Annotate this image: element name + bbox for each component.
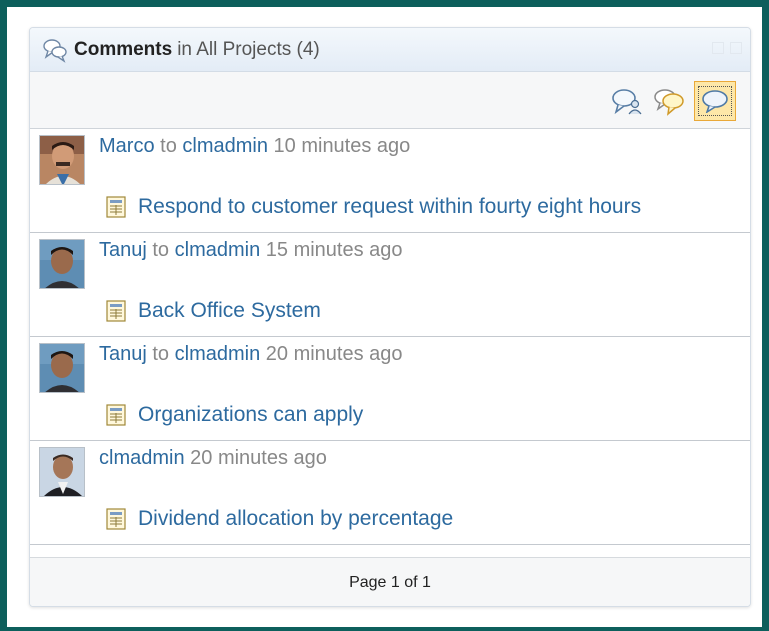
avatar [39,239,85,289]
document-icon [106,300,126,322]
comments-icon [43,38,67,63]
avatar [39,343,85,393]
timestamp: 10 minutes ago [273,135,411,157]
author-link[interactable]: Marco [99,135,155,157]
comments-list: Marco to clmadmin 10 minutes ago Respond… [30,129,750,545]
item-title: Respond to customer request within fourt… [138,195,642,218]
author-link[interactable]: Tanuj [99,239,147,261]
maximize-icon[interactable] [730,42,742,54]
to-label: to [152,239,170,261]
item-title: Back Office System [138,299,321,322]
comments-toolbar [30,72,750,129]
all-comments-icon [702,90,728,113]
avatar [39,447,85,497]
widget-controls [712,42,742,54]
page-indicator: Page 1 of 1 [349,573,431,591]
item-title: Organizations can apply [138,403,364,426]
pagination: Page 1 of 1 [30,557,750,606]
comments-by-me-button[interactable] [648,81,690,121]
comment-meta: clmadmin 20 minutes ago [99,447,327,470]
window-frame: Comments in All Projects (4) Marco to cl… [0,0,769,631]
document-icon [106,508,126,530]
comment-meta: Marco to clmadmin 10 minutes ago [99,135,410,158]
all-comments-focus [698,86,732,116]
author-link[interactable]: Tanuj [99,343,147,365]
commented-item-link[interactable]: Dividend allocation by percentage [106,507,453,531]
document-icon [106,404,126,426]
to-label: to [152,343,170,365]
comment-row: Tanuj to clmadmin 15 minutes ago Back Of… [30,233,750,337]
timestamp: 20 minutes ago [190,447,327,469]
widget-title: Comments [74,38,173,60]
comments-widget: Comments in All Projects (4) Marco to cl… [29,27,751,607]
comments-by-user-icon [612,89,642,115]
widget-header: Comments in All Projects (4) [30,28,750,72]
comments-by-user-button[interactable] [606,81,648,121]
recipient-link[interactable]: clmadmin [175,239,261,261]
comment-meta: Tanuj to clmadmin 20 minutes ago [99,343,403,366]
minimize-icon[interactable] [712,42,724,54]
timestamp: 15 minutes ago [265,239,403,261]
commented-item-link[interactable]: Respond to customer request within fourt… [106,195,641,219]
to-label: to [160,135,177,157]
document-icon [106,196,126,218]
recipient-link[interactable]: clmadmin [182,135,268,157]
comment-row: Marco to clmadmin 10 minutes ago Respond… [30,129,750,233]
author-link[interactable]: clmadmin [99,447,185,469]
commented-item-link[interactable]: Organizations can apply [106,403,363,427]
comment-meta: Tanuj to clmadmin 15 minutes ago [99,239,403,262]
comment-row: Tanuj to clmadmin 20 minutes ago Organiz… [30,337,750,441]
all-comments-button[interactable] [694,81,736,121]
item-title: Dividend allocation by percentage [138,507,454,530]
recipient-link[interactable]: clmadmin [175,343,261,365]
comments-by-me-icon [654,89,684,116]
commented-item-link[interactable]: Back Office System [106,299,321,323]
comment-row: clmadmin 20 minutes ago Dividend allocat… [30,441,750,545]
avatar [39,135,85,185]
widget-scope: in All Projects (4) [177,38,320,60]
timestamp: 20 minutes ago [265,343,403,365]
